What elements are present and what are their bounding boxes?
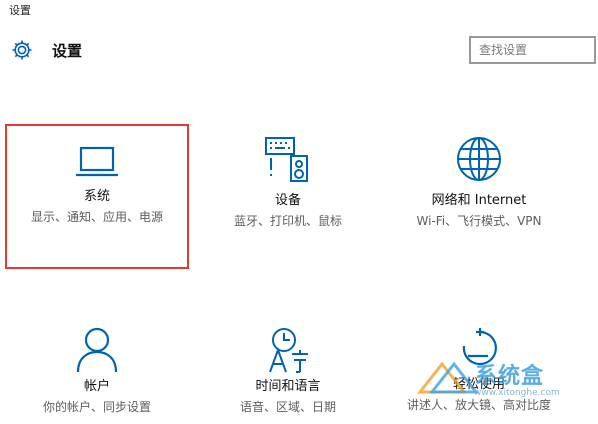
page-title: 设置 xyxy=(52,42,83,60)
tile-time-language-name: 时间和语言 xyxy=(255,379,321,394)
tile-devices[interactable]: 设备 蓝牙、打印机、鼠标 xyxy=(198,126,378,267)
tile-time-language[interactable]: 时间和语言 语音、区域、日期 xyxy=(198,324,378,424)
tile-devices-desc: 蓝牙、打印机、鼠标 xyxy=(233,214,342,228)
tile-network[interactable]: 网络和 Internet Wi-Fi、飞行模式、VPN xyxy=(389,126,569,267)
tile-devices-name: 设备 xyxy=(274,193,301,208)
tile-accounts-desc: 你的帐户、同步设置 xyxy=(42,400,151,414)
time-language-icon xyxy=(269,328,308,373)
tile-accounts[interactable]: 帐户 你的帐户、同步设置 xyxy=(7,324,187,424)
person-icon xyxy=(76,327,118,373)
search-input[interactable]: 查找设置 xyxy=(469,36,596,64)
tile-accounts-name: 帐户 xyxy=(83,379,110,394)
tile-system[interactable]: 系统 显示、通知、应用、电源 xyxy=(5,124,189,269)
laptop-icon xyxy=(76,146,118,177)
tile-network-name: 网络和 Internet xyxy=(431,193,527,208)
window-title: 设置 xyxy=(9,4,31,17)
gear-icon xyxy=(12,40,32,60)
tile-system-name: 系统 xyxy=(83,189,110,204)
watermark-url: www.xitonghe.com xyxy=(474,388,560,398)
watermark-text: 系统盒 xyxy=(475,364,545,389)
devices-icon xyxy=(265,137,308,182)
globe-icon xyxy=(457,137,501,181)
tile-network-desc: Wi-Fi、飞行模式、VPN xyxy=(416,214,542,228)
tile-system-desc: 显示、通知、应用、电源 xyxy=(30,210,163,224)
tile-time-language-desc: 语音、区域、日期 xyxy=(239,400,336,414)
